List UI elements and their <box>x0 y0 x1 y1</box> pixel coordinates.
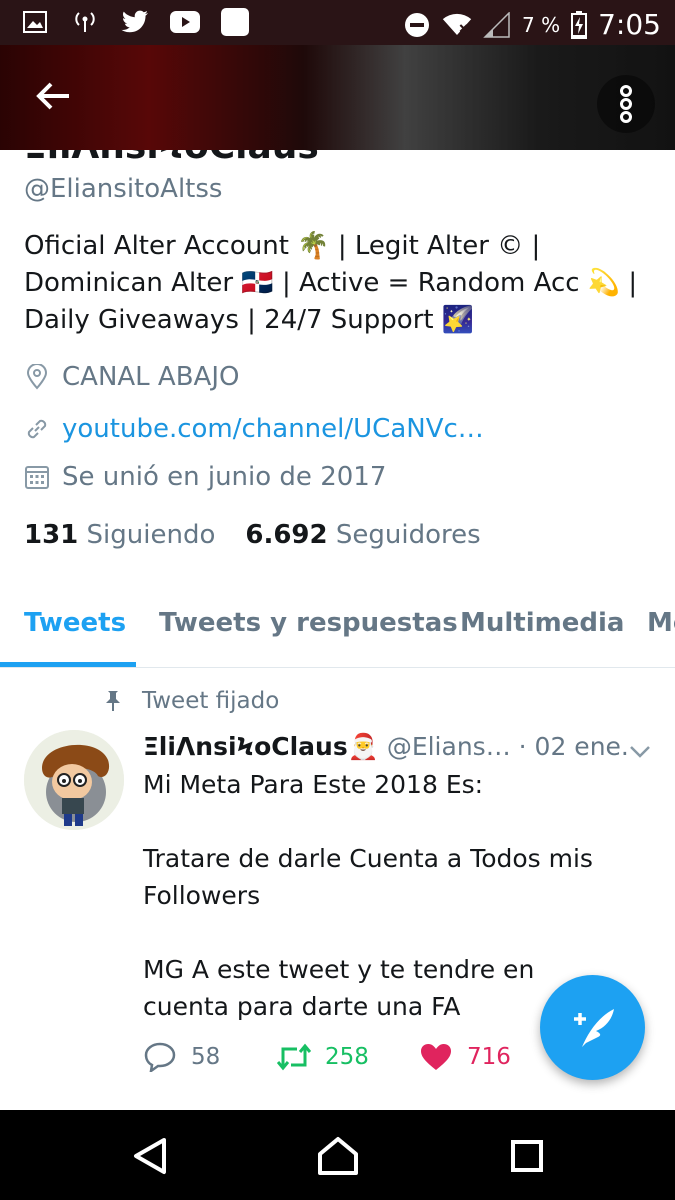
system-nav-bar <box>0 1110 675 1200</box>
active-tab-indicator <box>0 662 136 667</box>
youtube-icon <box>170 8 200 36</box>
profile-handle: @EliansitoAltss <box>24 174 223 204</box>
back-button[interactable] <box>28 71 78 121</box>
tweet-header: ΞliΛnsiϞoClaus🎅 @Elians… · 02 ene. <box>143 732 663 762</box>
profile-bio: Oficial Alter Account 🌴 | Legit Alter © … <box>24 228 654 339</box>
compose-feather-icon <box>573 1008 614 1047</box>
tweet-author-name[interactable]: ΞliΛnsiϞoClaus🎅 <box>143 732 379 761</box>
pin-icon <box>100 690 126 712</box>
more-vertical-icon <box>620 85 632 123</box>
more-options-button[interactable] <box>597 75 655 133</box>
notification-square-icon <box>220 8 250 36</box>
gallery-icon <box>20 8 50 36</box>
followers-link[interactable]: 6.692 Seguidores <box>245 520 480 550</box>
link-icon <box>24 416 50 442</box>
cartoon-avatar-image <box>24 730 124 830</box>
clock: 7:05 <box>598 8 661 41</box>
location-pin-icon <box>24 364 50 390</box>
tweet-menu-button[interactable] <box>629 736 651 765</box>
tweet-date: · 02 ene. <box>518 732 629 761</box>
tweet-author-handle: @Elians… <box>386 732 511 761</box>
nav-recents-icon <box>511 1140 543 1172</box>
bio-line: Daily Giveaways | 24/7 Support 🌠 <box>24 305 475 335</box>
compose-tweet-button[interactable] <box>540 975 645 1080</box>
tab-tweets[interactable]: Tweets <box>24 608 126 638</box>
bio-line: Dominican Alter 🇩🇴 | Active = Random Acc… <box>24 268 638 298</box>
tweet-text: Mi Meta Para Este 2018 Es: Tratare de da… <box>143 770 593 1021</box>
back-arrow-icon <box>36 82 69 110</box>
pinned-label: Tweet fijado <box>100 688 279 714</box>
reply-icon <box>143 1040 177 1074</box>
tab-likes-partial[interactable]: Me <box>647 608 675 638</box>
status-bar: 7 % 7:05 <box>0 0 675 45</box>
battery-percent: 7 % <box>522 12 561 37</box>
nav-back-icon <box>134 1138 166 1174</box>
signal-icon <box>482 11 512 39</box>
battery-charging-icon <box>570 10 588 39</box>
profile-tabs: Tweets Tweets y respuestas Multimedia Me <box>0 590 675 668</box>
wifi-icon <box>442 11 472 39</box>
like-button[interactable]: 716 <box>419 1040 511 1074</box>
profile-joined: Se unió en junio de 2017 <box>24 462 386 492</box>
retweet-button[interactable]: 258 <box>277 1040 369 1074</box>
heart-icon <box>419 1040 453 1074</box>
nav-back-button[interactable] <box>128 1134 172 1178</box>
bio-line: Oficial Alter Account 🌴 | Legit Alter © … <box>24 231 541 261</box>
nav-home-icon <box>318 1137 358 1175</box>
chevron-down-icon <box>630 746 650 758</box>
tab-tweets-replies[interactable]: Tweets y respuestas <box>159 608 458 638</box>
broadcast-icon <box>70 8 100 36</box>
reply-button[interactable]: 58 <box>143 1040 220 1074</box>
profile-website[interactable]: youtube.com/channel/UCaNVc… <box>24 414 484 444</box>
nav-recents-button[interactable] <box>505 1134 549 1178</box>
do-not-disturb-icon <box>402 11 432 39</box>
follow-counts: 131 Siguiendo 6.692 Seguidores <box>24 520 481 550</box>
avatar[interactable] <box>24 730 124 830</box>
profile-name-partial: ΞliΛnsiϞoClaus <box>24 150 319 166</box>
following-link[interactable]: 131 Siguiendo <box>24 520 215 550</box>
profile-location: CANAL ABAJO <box>24 362 239 392</box>
calendar-icon <box>24 464 50 490</box>
twitter-bird-icon <box>120 8 150 36</box>
tab-media[interactable]: Multimedia <box>460 608 624 638</box>
nav-home-button[interactable] <box>316 1134 360 1178</box>
profile-banner <box>0 45 675 150</box>
retweet-icon <box>277 1040 311 1074</box>
